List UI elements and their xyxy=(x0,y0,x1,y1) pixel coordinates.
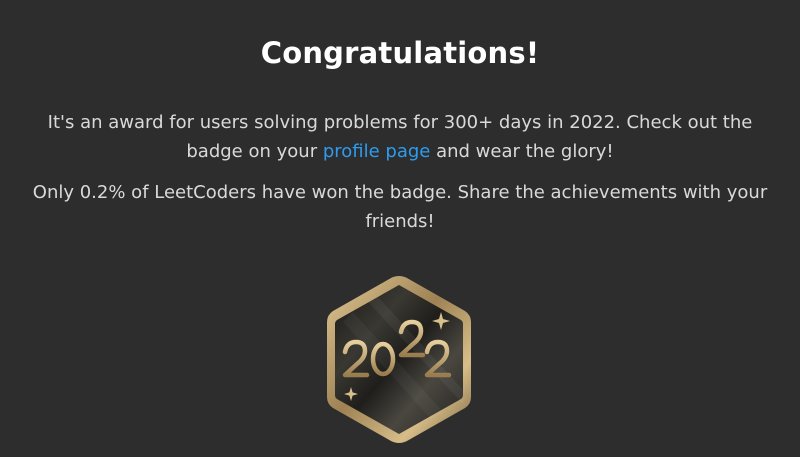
congratulations-dialog: Congratulations! It's an award for users… xyxy=(0,0,800,457)
hexagon-2022-badge-icon xyxy=(327,276,471,443)
badge-rarity-line-1: Only 0.2% of LeetCoders have won the bad… xyxy=(32,182,768,203)
award-description: It's an award for users solving problems… xyxy=(0,108,800,166)
badge-rarity-line-2: friends! xyxy=(365,211,435,232)
badge-2022 xyxy=(323,272,475,447)
award-description-text-after-link: and wear the glory! xyxy=(430,141,614,162)
award-description-line-2: badge on your profile page and wear the … xyxy=(0,137,800,166)
badge-rarity-text: Only 0.2% of LeetCoders have won the bad… xyxy=(0,178,800,236)
profile-page-link[interactable]: profile page xyxy=(323,141,431,162)
award-description-text-before-link: badge on your xyxy=(186,141,323,162)
dialog-title: Congratulations! xyxy=(260,36,540,70)
award-description-line-1: It's an award for users solving problems… xyxy=(47,112,753,133)
